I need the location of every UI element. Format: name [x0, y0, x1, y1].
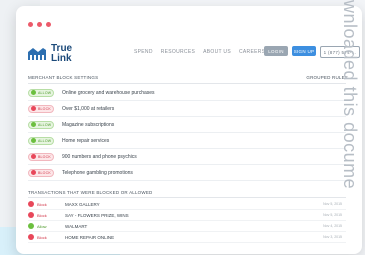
log-row[interactable]: Allow WALMART Nov 4, 2015	[28, 221, 346, 232]
merchant-name: MAXX GALLERY	[65, 201, 100, 207]
rule-toggle[interactable]: BLOCK	[28, 104, 54, 113]
status-label: Block	[37, 212, 47, 218]
block-status-icon	[28, 234, 34, 240]
login-button[interactable]: LOGIN	[264, 46, 288, 56]
block-status-icon	[28, 212, 34, 218]
rule-row: BLOCK Telephone gambling promotions	[28, 165, 346, 181]
status-label: Block	[37, 234, 47, 240]
log-section-title: TRANSACTIONS THAT WERE BLOCKED OR ALLOWE…	[28, 190, 153, 195]
toggle-knob	[31, 154, 36, 159]
rule-toggle[interactable]: ALLOW	[28, 88, 54, 97]
rule-row: ALLOW Home repair services	[28, 133, 346, 149]
watermark-text: wnloaded this docume	[340, 0, 360, 190]
rule-label: Online grocery and warehouse purchases	[62, 89, 155, 96]
nav-item-careers[interactable]: CAREERS	[239, 49, 265, 55]
rule-label: Magazine subscriptions	[62, 121, 115, 128]
truelink-logo-icon	[28, 48, 46, 60]
toggle-label: BLOCK	[38, 154, 51, 159]
app-window: True Link SPEND RESOURCES ABOUT US CAREE…	[16, 6, 362, 254]
toggle-label: ALLOW	[38, 122, 52, 127]
merchant-name: HOME REPAIR ONLINE	[65, 234, 115, 240]
rule-toggle[interactable]: ALLOW	[28, 136, 54, 145]
nav-item-about[interactable]: ABOUT US	[203, 49, 231, 55]
toggle-label: ALLOW	[38, 90, 52, 95]
log-row[interactable]: Block HOME REPAIR ONLINE Nov 3, 2015	[28, 232, 346, 243]
rule-row: BLOCK 900 numbers and phone psychics	[28, 149, 346, 165]
toggle-knob	[31, 170, 36, 175]
rule-row: ALLOW Online grocery and warehouse purch…	[28, 85, 346, 101]
toggle-label: BLOCK	[38, 170, 51, 175]
brand-line2: Link	[51, 53, 72, 64]
status-label: Block	[37, 201, 47, 207]
section-divider	[28, 83, 346, 84]
minimize-dot[interactable]	[37, 22, 42, 27]
section-divider	[28, 197, 346, 198]
log-row[interactable]: Block MAXX GALLERY Nov 5, 2015	[28, 199, 346, 210]
merchant-name: WALMART	[65, 223, 88, 229]
nav-item-resources[interactable]: RESOURCES	[161, 49, 195, 55]
allow-status-icon	[28, 223, 34, 229]
rule-row: BLOCK Over $1,000 at retailers	[28, 101, 346, 117]
status-label: Allow	[37, 223, 47, 229]
close-dot[interactable]	[28, 22, 33, 27]
toggle-label: ALLOW	[38, 138, 52, 143]
top-nav: SPEND RESOURCES ABOUT US CAREERS	[134, 49, 265, 55]
rule-toggle[interactable]: BLOCK	[28, 152, 54, 161]
rule-label: Home repair services	[62, 137, 110, 144]
toggle-knob	[31, 122, 36, 127]
brand-name: True Link	[51, 44, 72, 64]
rules-section-title: MERCHANT BLOCK SETTINGS	[28, 75, 99, 80]
toggle-knob	[31, 138, 36, 143]
toggle-knob	[31, 90, 36, 95]
maximize-dot[interactable]	[46, 22, 51, 27]
rule-label: Telephone gambling promotions	[62, 169, 133, 176]
log-row[interactable]: Block SAY - FLOWERS PRIZE, WINS Nov 5, 2…	[28, 210, 346, 221]
rule-label: 900 numbers and phone psychics	[62, 153, 137, 160]
nav-item-spend[interactable]: SPEND	[134, 49, 153, 55]
rule-label: Over $1,000 at retailers	[62, 105, 115, 112]
rule-row: ALLOW Magazine subscriptions	[28, 117, 346, 133]
block-status-icon	[28, 201, 34, 207]
toggle-knob	[31, 106, 36, 111]
rule-toggle[interactable]: BLOCK	[28, 168, 54, 177]
merchant-name: SAY - FLOWERS PRIZE, WINS	[65, 212, 129, 218]
brand-logo[interactable]: True Link	[28, 44, 72, 64]
toggle-label: BLOCK	[38, 106, 51, 111]
rule-toggle[interactable]: ALLOW	[28, 120, 54, 129]
window-controls	[28, 22, 51, 27]
signup-button[interactable]: SIGN UP	[292, 46, 316, 56]
